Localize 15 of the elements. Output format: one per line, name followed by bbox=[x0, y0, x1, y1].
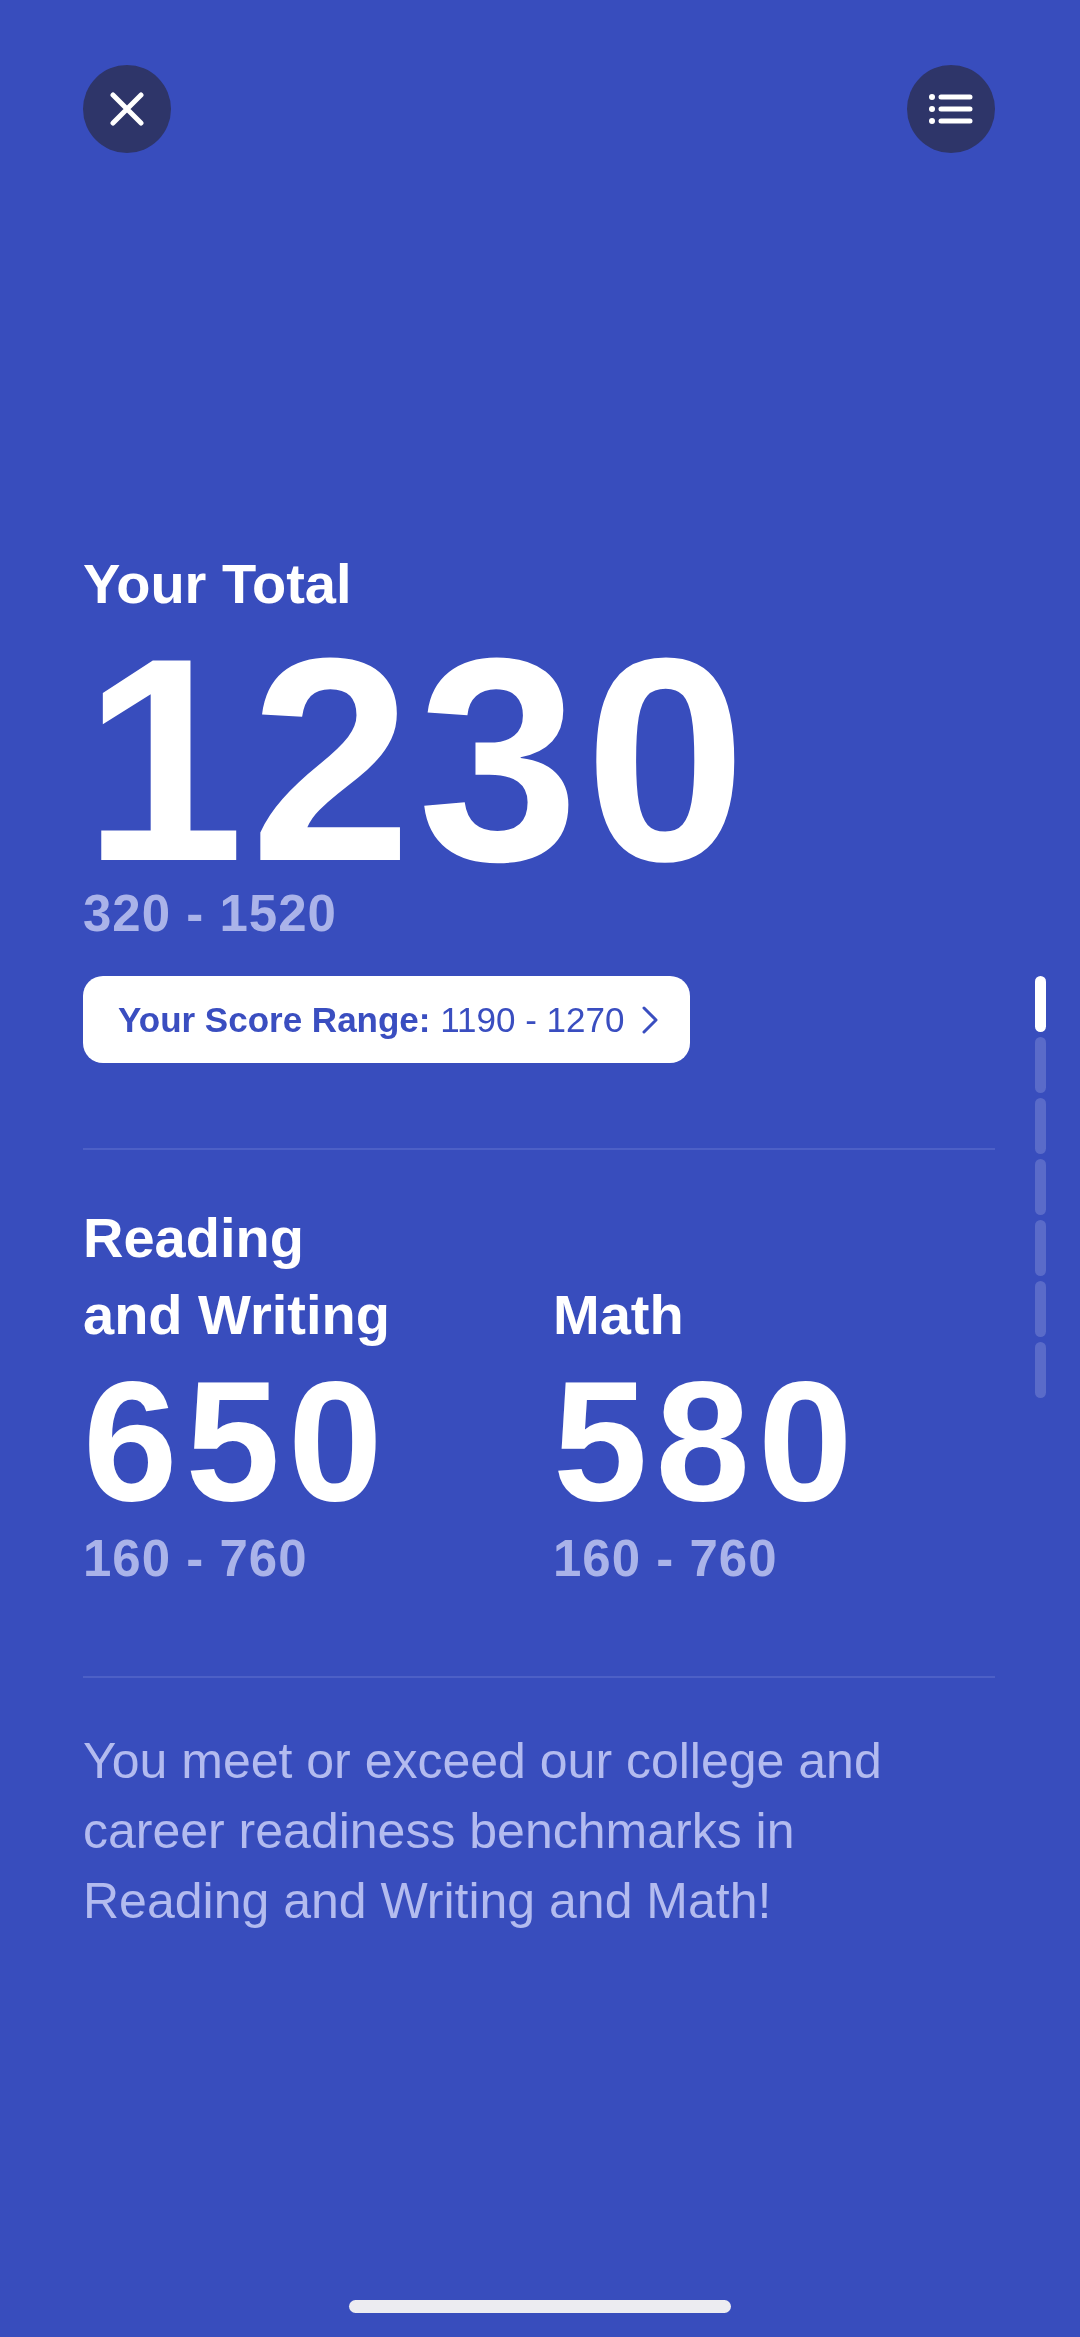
section-score: 580 bbox=[553, 1366, 861, 1516]
chevron-icon bbox=[642, 1005, 659, 1034]
list-icon bbox=[929, 94, 973, 124]
section-score: 650 bbox=[83, 1366, 391, 1516]
page-indicator-segment[interactable] bbox=[1035, 976, 1046, 1032]
close-icon bbox=[110, 92, 144, 126]
section-label: Reading and Writing bbox=[83, 1205, 391, 1348]
total-range: 320 - 1520 bbox=[83, 884, 337, 944]
section-range: 160 - 760 bbox=[553, 1529, 778, 1589]
section-range: 160 - 760 bbox=[83, 1529, 308, 1589]
total-score: 1230 bbox=[83, 634, 753, 884]
benchmark-message: You meet or exceed our college and career readiness benchmarks in Reading and Writing and Math! bbox=[83, 1732, 883, 1931]
section-label: Math bbox=[553, 1282, 684, 1348]
total-label: Your Total bbox=[83, 551, 352, 617]
score-range-button[interactable]: Your Score Range: 1190 - 1270 bbox=[83, 976, 691, 1063]
